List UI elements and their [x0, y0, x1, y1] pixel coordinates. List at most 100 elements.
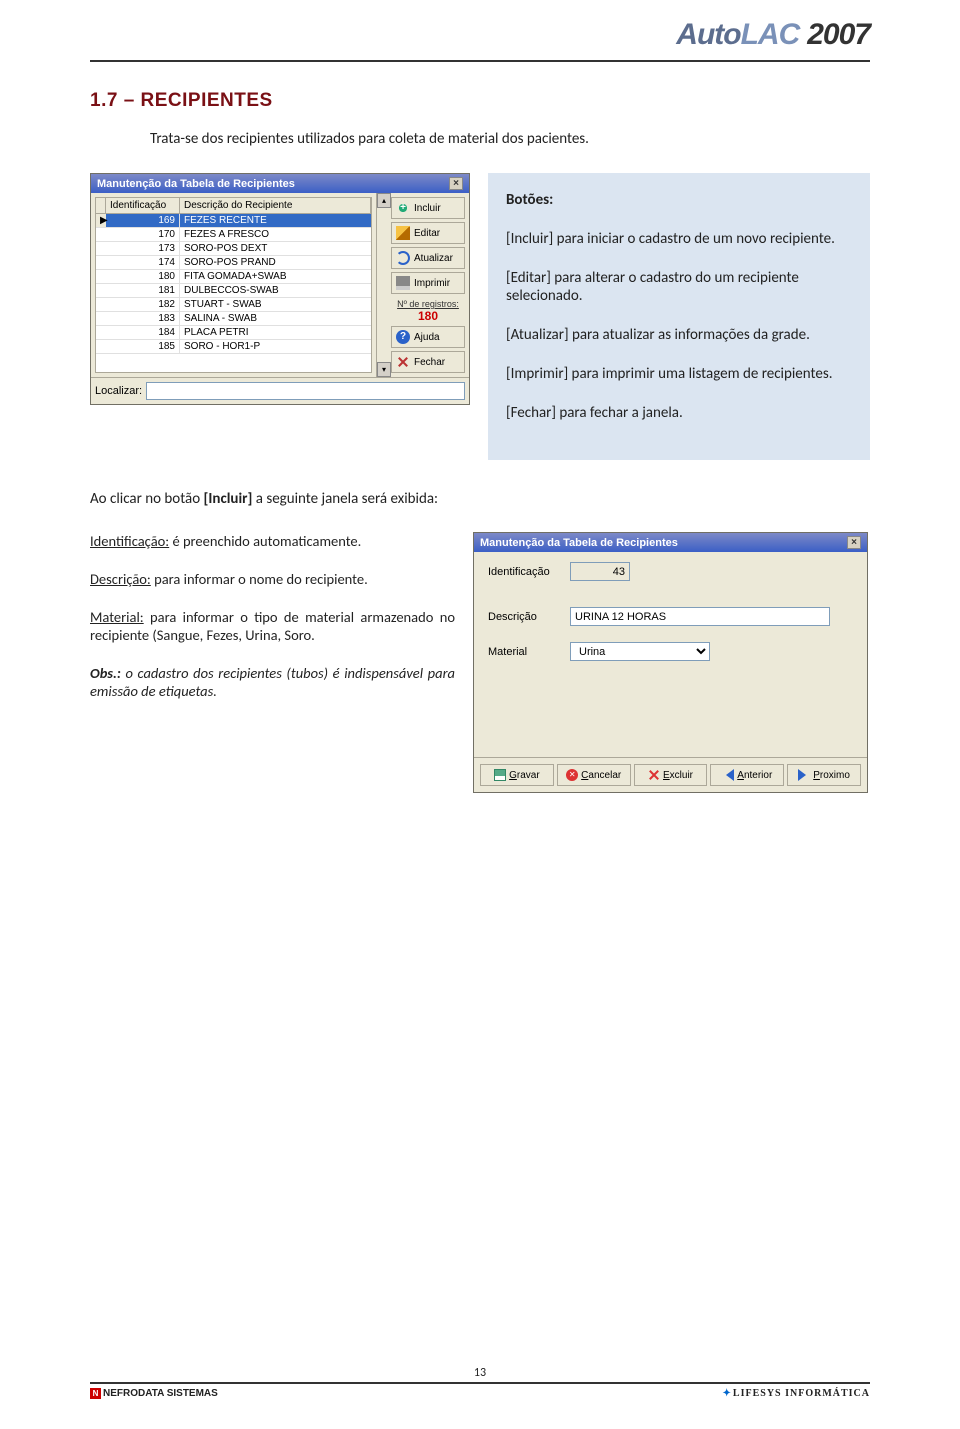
- imprimir-button[interactable]: Imprimir: [391, 272, 465, 294]
- incluir-label: Incluir: [414, 203, 441, 214]
- refresh-icon: [396, 251, 410, 265]
- obs-text: o cadastro dos recipientes (tubos) é ind…: [90, 664, 455, 700]
- recipients-list-window: Manutenção da Tabela de Recipientes × Id…: [90, 173, 470, 405]
- sidebar-buttons: Incluir Editar Atualizar Imprimir Nº de …: [391, 193, 469, 377]
- obs-label: Obs.:: [90, 664, 121, 682]
- field-descriptions: Identificação: é preenchido automaticame…: [90, 532, 455, 720]
- atualizar-button[interactable]: Atualizar: [391, 247, 465, 269]
- nefro-text: NEFRODATA SISTEMAS: [103, 1388, 218, 1399]
- fechar-button[interactable]: Fechar: [391, 351, 465, 373]
- scroll-up-icon[interactable]: ▴: [377, 193, 391, 208]
- close-icon[interactable]: ×: [847, 536, 861, 549]
- callout-imprimir: [Imprimir] para imprimir uma listagem de…: [506, 365, 852, 384]
- search-input[interactable]: [146, 382, 465, 400]
- record-count-label: Nº de registros:: [391, 299, 465, 309]
- nefrodata-logo: NNEFRODATA SISTEMAS: [90, 1388, 218, 1399]
- table-row[interactable]: 181DULBECCOS-SWAB: [96, 284, 371, 298]
- next-icon: [798, 769, 810, 781]
- form-mat-label: Material: [488, 646, 560, 658]
- table-row[interactable]: 185SORO - HOR1-P: [96, 340, 371, 354]
- brand-auto: Auto: [676, 18, 740, 51]
- recipient-form-window: Manutenção da Tabela de Recipientes × Id…: [473, 532, 868, 793]
- cancelar-button[interactable]: Cancelar: [557, 764, 631, 786]
- table-row[interactable]: 183SALINA - SWAB: [96, 312, 371, 326]
- header-rule: [90, 60, 870, 62]
- editar-label: Editar: [414, 228, 440, 239]
- footer-rule: [90, 1382, 870, 1384]
- form-desc-label: Descrição: [488, 611, 560, 623]
- gravar-button[interactable]: Gravar: [480, 764, 554, 786]
- ident-text: é preenchido automaticamente.: [169, 532, 361, 550]
- window-title: Manutenção da Tabela de Recipientes: [97, 178, 295, 190]
- window2-titlebar: Manutenção da Tabela de Recipientes ×: [474, 533, 867, 552]
- localizar-label: Localizar:: [95, 385, 142, 397]
- brand-logo: AutoLAC2007: [676, 18, 870, 52]
- record-count-value: 180: [391, 309, 465, 323]
- lifesys-text: LIFESYS INFORMÁTICA: [733, 1388, 870, 1399]
- incluir-button[interactable]: Incluir: [391, 197, 465, 219]
- ident-label: Identificação:: [90, 532, 169, 550]
- gravar-rest: ravar: [517, 770, 540, 781]
- form-ident-label: Identificação: [488, 566, 560, 578]
- atualizar-label: Atualizar: [414, 253, 453, 264]
- window2-title: Manutenção da Tabela de Recipientes: [480, 537, 678, 549]
- descricao-field[interactable]: [570, 607, 830, 626]
- callout-fechar: [Fechar] para fechar a janela.: [506, 404, 852, 423]
- record-count: Nº de registros: 180: [391, 299, 465, 323]
- lifesys-icon: ✦: [723, 1388, 731, 1399]
- save-icon: [494, 769, 506, 781]
- brand-year: 2007: [807, 18, 870, 51]
- edit-icon: [396, 226, 410, 240]
- proximo-button[interactable]: Proximo: [787, 764, 861, 786]
- scrollbar[interactable]: ▴ ▾: [376, 193, 391, 377]
- page-footer: 13 NNEFRODATA SISTEMAS ✦LIFESYS INFORMÁT…: [90, 1366, 870, 1399]
- data-grid[interactable]: Identificação Descrição do Recipiente ▶1…: [95, 197, 372, 373]
- scroll-down-icon[interactable]: ▾: [377, 362, 391, 377]
- brand-lac: LAC: [741, 18, 800, 51]
- fechar-label: Fechar: [414, 357, 445, 368]
- desc-text: para informar o nome do recipiente.: [151, 570, 368, 588]
- ajuda-button[interactable]: Ajuda: [391, 326, 465, 348]
- callout-title: Botões:: [506, 191, 553, 209]
- table-row[interactable]: 174SORO-POS PRAND: [96, 256, 371, 270]
- help-icon: [396, 330, 410, 344]
- nefro-icon: N: [90, 1388, 101, 1399]
- grid-header: Identificação Descrição do Recipiente: [96, 198, 371, 214]
- editar-button[interactable]: Editar: [391, 222, 465, 244]
- table-row[interactable]: ▶169FEZES RECENTE: [96, 214, 371, 228]
- print-icon: [396, 276, 410, 290]
- window-titlebar: Manutenção da Tabela de Recipientes ×: [91, 174, 469, 193]
- callout-atualizar: [Atualizar] para atualizar as informaçõe…: [506, 326, 852, 345]
- desc-label: Descrição:: [90, 570, 151, 588]
- col-id[interactable]: Identificação: [106, 198, 180, 213]
- ajuda-label: Ajuda: [414, 332, 440, 343]
- buttons-callout: Botões: [Incluir] para iniciar o cadastr…: [488, 173, 870, 460]
- form-button-bar: Gravar Cancelar Excluir Anterior Proximo: [474, 757, 867, 792]
- prev-icon: [722, 769, 734, 781]
- excluir-button[interactable]: Excluir: [634, 764, 708, 786]
- callout-editar: [Editar] para alterar o cadastro do um r…: [506, 269, 852, 307]
- close-icon[interactable]: ×: [449, 177, 463, 190]
- mat-label: Material:: [90, 608, 144, 626]
- lifesys-logo: ✦LIFESYS INFORMÁTICA: [723, 1388, 870, 1399]
- ident-field: [570, 562, 630, 581]
- page-number: 13: [90, 1366, 870, 1380]
- table-row[interactable]: 180FITA GOMADA+SWAB: [96, 270, 371, 284]
- mid-text: Ao clicar no botão [Incluir] a seguinte …: [90, 490, 870, 508]
- table-row[interactable]: 182STUART - SWAB: [96, 298, 371, 312]
- mat-text: para informar o tipo de material armazen…: [90, 608, 455, 644]
- material-select[interactable]: Urina: [570, 642, 710, 661]
- table-row[interactable]: 184PLACA PETRI: [96, 326, 371, 340]
- table-row[interactable]: 170FEZES A FRESCO: [96, 228, 371, 242]
- table-row[interactable]: 173SORO-POS DEXT: [96, 242, 371, 256]
- anterior-button[interactable]: Anterior: [710, 764, 784, 786]
- delete-icon: [648, 769, 660, 781]
- col-desc[interactable]: Descrição do Recipiente: [180, 198, 371, 213]
- callout-incluir: [Incluir] para iniciar o cadastro de um …: [506, 230, 852, 249]
- imprimir-label: Imprimir: [414, 278, 450, 289]
- intro-text: Trata-se dos recipientes utilizados para…: [150, 130, 870, 148]
- section-title: 1.7 – RECIPIENTES: [90, 90, 870, 112]
- close-door-icon: [396, 355, 410, 369]
- search-row: Localizar:: [91, 377, 469, 404]
- cancel-icon: [566, 769, 578, 781]
